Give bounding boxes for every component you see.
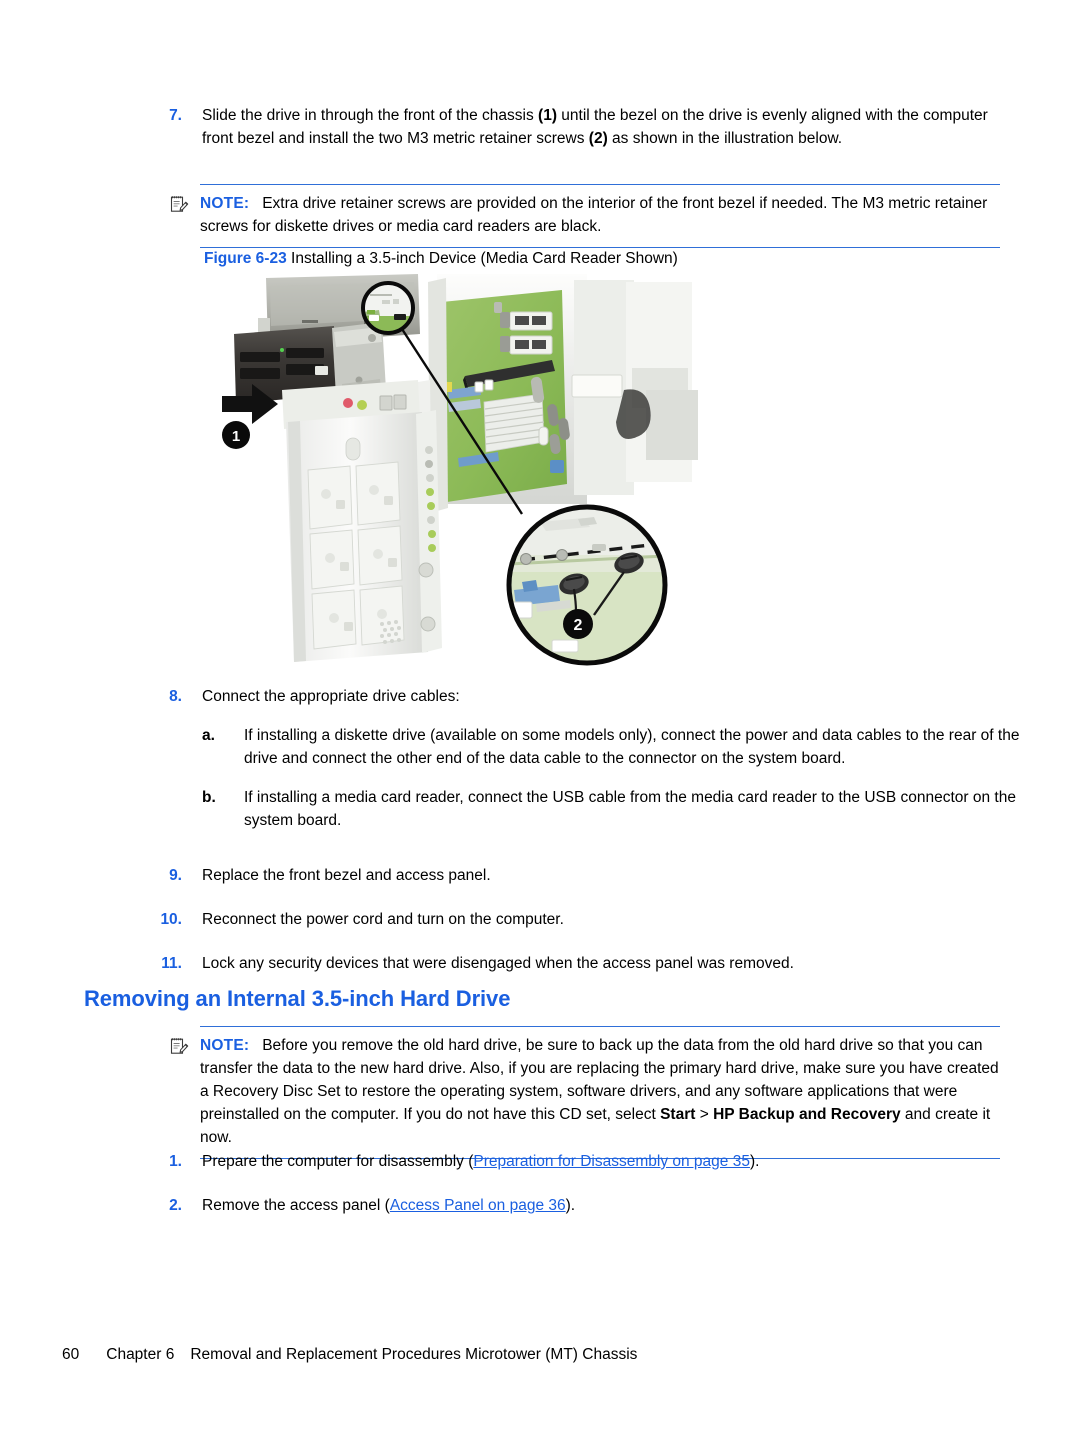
callout-1: 1 (222, 421, 250, 449)
inset-magnifier-large (506, 504, 668, 666)
note-callout-2: NOTE: Before you remove the old hard driv… (170, 1026, 1000, 1159)
note-text: NOTE: Before you remove the old hard driv… (200, 1034, 1000, 1149)
substep-number: a. (202, 727, 215, 744)
callout-ref-2: (2) (588, 130, 608, 147)
callout-2-label: 2 (574, 617, 583, 634)
note-label: NOTE: (200, 195, 250, 212)
step-7-block: 7. Slide the drive in through the front … (160, 104, 1020, 166)
step-number: 11. (161, 955, 182, 972)
substep-item: b. If installing a media card reader, co… (202, 786, 1020, 832)
step-number: 2. (169, 1197, 182, 1214)
inset-magnifier-small (361, 281, 415, 335)
step-item: 7. Slide the drive in through the front … (160, 104, 1020, 150)
drive-cage (286, 410, 442, 662)
substep-text: If installing a diskette drive (availabl… (244, 727, 1020, 767)
footer-chapter: Chapter 6 (106, 1346, 175, 1363)
step-number: 1. (169, 1153, 182, 1170)
note-body: Extra drive retainer screws are provided… (200, 195, 988, 235)
step-text: Remove the access panel (Access Panel on… (202, 1194, 1020, 1217)
note-label: NOTE: (200, 1037, 250, 1054)
figure-caption: Figure 6-23 Installing a 3.5-inch Device… (204, 247, 1064, 270)
figure-illustration: DVD (222, 272, 702, 672)
note-pad-pencil-icon (169, 194, 189, 214)
note-box: NOTE: Before you remove the old hard driv… (170, 1026, 1000, 1159)
footer-title: Removal and Replacement Procedures Micro… (190, 1346, 638, 1363)
chassis-body (418, 274, 698, 518)
step-8-block: 8. Connect the appropriate drive cables:… (160, 685, 1020, 848)
page-title: Removing an Internal 3.5-inch Hard Drive (84, 986, 511, 1011)
cross-reference-link[interactable]: Access Panel on page 36 (390, 1197, 566, 1214)
menu-path-sep: > (695, 1106, 714, 1123)
callout-2: 2 (563, 609, 593, 639)
chassis-diagram-svg: DVD (222, 274, 698, 666)
step-item: 8. Connect the appropriate drive cables: (160, 685, 1020, 708)
step-text: Replace the front bezel and access panel… (202, 867, 491, 884)
heatsink (483, 393, 545, 453)
step-number: 7. (169, 107, 182, 124)
note-box: NOTE: Extra drive retainer screws are pro… (170, 184, 1000, 248)
footer-page-number: 60 (62, 1346, 80, 1363)
step-text: Prepare the computer for disassembly (Pr… (202, 1150, 1020, 1173)
substep-item: a. If installing a diskette drive (avail… (202, 724, 1020, 770)
step-item: 1. Prepare the computer for disassembly … (160, 1150, 1020, 1173)
document-page: 7. Slide the drive in through the front … (0, 0, 1080, 1437)
step-item: 9. Replace the front bezel and access pa… (160, 864, 1020, 887)
step-text: Connect the appropriate drive cables: (202, 688, 460, 705)
step-number: 9. (169, 867, 182, 884)
steps-9-11-block: 9. Replace the front bezel and access pa… (160, 864, 1020, 975)
cross-reference-link[interactable]: Preparation for Disassembly on page 35 (473, 1153, 750, 1170)
step-item: 11. Lock any security devices that were … (160, 952, 1020, 975)
note-callout-1: NOTE: Extra drive retainer screws are pro… (170, 184, 1000, 248)
menu-path-hp-backup: HP Backup and Recovery (713, 1106, 901, 1123)
menu-path-start: Start (660, 1106, 696, 1123)
step-prefix: Remove the access panel ( (202, 1197, 390, 1214)
note-pad-pencil-icon (169, 1036, 189, 1056)
step-suffix: ). (749, 1153, 760, 1170)
figure-caption-text: Installing a 3.5-inch Device (Media Card… (291, 250, 678, 267)
steps-bottom-block: 1. Prepare the computer for disassembly … (160, 1150, 1020, 1217)
step-suffix: ). (565, 1197, 576, 1214)
step-number: 8. (169, 688, 182, 705)
page-footer: 60 Chapter 6 Removal and Replacement Proce… (62, 1345, 637, 1365)
step-number: 10. (160, 911, 182, 928)
substep-text: If installing a media card reader, conne… (244, 789, 1016, 829)
substep-number: b. (202, 789, 216, 806)
step-item: 2. Remove the access panel (Access Panel… (160, 1194, 1020, 1217)
step-text: Reconnect the power cord and turn on the… (202, 911, 564, 928)
step-7-part-c: as shown in the illustration below. (607, 130, 843, 147)
note-text: NOTE: Extra drive retainer screws are pro… (200, 192, 1000, 238)
step-prefix: Prepare the computer for disassembly ( (202, 1153, 474, 1170)
callout-1-label: 1 (232, 428, 240, 445)
step-7-part-a: Slide the drive in through the front of … (202, 107, 539, 124)
figure-label: Figure 6-23 (204, 250, 287, 267)
step-item: 10. Reconnect the power cord and turn on… (160, 908, 1020, 931)
step-text: Lock any security devices that were dise… (202, 955, 794, 972)
step-text: Slide the drive in through the front of … (202, 104, 1020, 150)
callout-ref-1: (1) (538, 107, 557, 124)
